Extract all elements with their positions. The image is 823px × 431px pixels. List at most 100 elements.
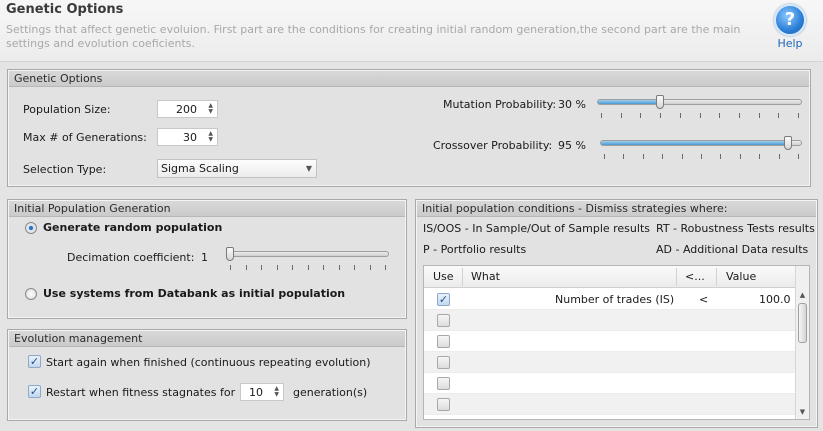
- start-again-label[interactable]: Start again when finished (continuous re…: [46, 356, 371, 369]
- row-use-checkbox[interactable]: [437, 335, 450, 348]
- slider-tick: [759, 154, 761, 159]
- slider-tick: [623, 154, 625, 159]
- column-header-value[interactable]: Value: [726, 270, 756, 283]
- slider-tick: [323, 265, 324, 270]
- population-size-label: Population Size:: [23, 103, 111, 116]
- mutation-probability-label: Mutation Probability:: [443, 98, 557, 111]
- start-again-checkbox[interactable]: ✓: [28, 355, 41, 368]
- slider-tick: [699, 113, 701, 118]
- vertical-scrollbar[interactable]: ▲ ▼: [795, 266, 809, 419]
- table-row[interactable]: [424, 415, 796, 420]
- slider-tick: [276, 265, 278, 270]
- slider-tick: [245, 265, 247, 270]
- table-row[interactable]: [424, 331, 796, 352]
- decimation-label: Decimation coefficient:: [67, 251, 195, 264]
- crossover-probability-label: Crossover Probability:: [433, 139, 553, 152]
- row-use-checkbox[interactable]: [437, 314, 450, 327]
- spinner-arrows-icon[interactable]: ▲ ▼: [274, 386, 279, 398]
- max-generations-value: 30: [183, 131, 197, 144]
- slider-tick: [307, 265, 309, 270]
- slider-track: [600, 140, 802, 146]
- table-row[interactable]: ✓ Number of trades (IS) <100.0: [424, 289, 796, 310]
- row-use-checkbox[interactable]: [437, 398, 450, 411]
- help-button[interactable]: ? Help: [772, 4, 808, 50]
- max-generations-spinner[interactable]: 30 ▲ ▼: [157, 128, 218, 146]
- table-row[interactable]: [424, 394, 796, 415]
- table-header: Use What <... Value: [424, 266, 809, 288]
- legend-isoos: IS/OOS - In Sample/Out of Sample results: [423, 222, 650, 235]
- panel-title: Initial Population Generation: [9, 201, 405, 217]
- slider-tick: [660, 113, 662, 118]
- slider-tick: [720, 154, 722, 159]
- mutation-probability-slider[interactable]: [597, 95, 802, 120]
- help-label: Help: [777, 37, 803, 50]
- page-header: Genetic Options Settings that affect gen…: [0, 0, 823, 62]
- slider-tick: [640, 113, 642, 118]
- row-use-checkbox[interactable]: [437, 419, 450, 420]
- legend-ad: AD - Additional Data results: [656, 243, 809, 256]
- spinner-arrows-icon[interactable]: ▲ ▼: [208, 131, 213, 143]
- row-use-checkbox[interactable]: ✓: [437, 293, 450, 306]
- slider-tick: [679, 113, 681, 118]
- slider-tick: [385, 265, 386, 270]
- scroll-down-icon[interactable]: ▼: [796, 405, 809, 419]
- panel-title: Genetic Options: [9, 71, 809, 87]
- slider-thumb[interactable]: [226, 247, 234, 261]
- mutation-probability-value: 30 %: [558, 98, 586, 111]
- slider-tick: [604, 154, 605, 159]
- use-databank-label[interactable]: Use systems from Databank as initial pop…: [43, 287, 345, 300]
- slider-tick: [739, 154, 741, 159]
- stagnation-spinner[interactable]: 10 ▲ ▼: [240, 383, 284, 401]
- crossover-probability-value: 95 %: [558, 139, 586, 152]
- slider-tick: [620, 113, 622, 118]
- slider-tick: [292, 265, 293, 270]
- restart-label[interactable]: Restart when fitness stagnates for: [46, 386, 235, 399]
- page-title: Genetic Options: [6, 2, 124, 17]
- slider-tick: [338, 265, 340, 270]
- row-use-checkbox[interactable]: [437, 356, 450, 369]
- slider-tick: [738, 113, 740, 118]
- help-question-icon: ?: [774, 4, 806, 36]
- slider-track: [597, 99, 802, 105]
- population-size-value: 200: [176, 103, 197, 116]
- slider-thumb[interactable]: [784, 136, 793, 150]
- decimation-slider[interactable]: [226, 247, 389, 272]
- row-use-checkbox[interactable]: [437, 377, 450, 390]
- slider-tick: [719, 113, 721, 118]
- generate-random-label[interactable]: Generate random population: [43, 221, 222, 234]
- slider-tick: [798, 154, 799, 159]
- scrollbar-thumb[interactable]: [798, 303, 807, 343]
- legend-rt: RT - Robustness Tests results: [656, 222, 815, 235]
- scroll-up-icon[interactable]: ▲: [796, 288, 809, 302]
- table-row[interactable]: [424, 352, 796, 373]
- column-header-operator[interactable]: <...: [685, 270, 705, 283]
- table-row[interactable]: [424, 373, 796, 394]
- generations-label: generation(s): [293, 386, 368, 399]
- crossover-probability-slider[interactable]: [600, 136, 802, 161]
- column-divider: [462, 268, 463, 286]
- slider-tick: [681, 154, 683, 159]
- page-description: Settings that affect genetic evoluion. F…: [6, 23, 741, 50]
- slider-tick: [642, 154, 644, 159]
- slider-thumb[interactable]: [656, 95, 665, 109]
- column-header-what[interactable]: What: [471, 270, 500, 283]
- spinner-arrows-icon[interactable]: ▲ ▼: [208, 103, 213, 115]
- generate-random-radio[interactable]: [25, 222, 37, 234]
- table-row[interactable]: [424, 310, 796, 331]
- slider-ticks: [226, 265, 389, 270]
- use-databank-radio[interactable]: [25, 288, 37, 300]
- row-operator: <: [699, 293, 709, 306]
- initial-population-panel: Initial Population Generation Generate r…: [7, 199, 407, 319]
- stagnation-value: 10: [249, 386, 263, 399]
- population-size-spinner[interactable]: 200 ▲ ▼: [157, 100, 218, 118]
- column-divider: [716, 268, 717, 286]
- selection-type-value: Sigma Scaling: [161, 162, 239, 175]
- column-header-use[interactable]: Use: [433, 270, 454, 283]
- restart-checkbox[interactable]: ✓: [28, 385, 41, 398]
- slider-tick: [354, 265, 355, 270]
- slider-fill: [601, 141, 790, 145]
- selection-type-select[interactable]: Sigma Scaling ▼: [157, 159, 317, 178]
- slider-tick: [369, 265, 371, 270]
- decimation-value: 1: [201, 251, 208, 264]
- panel-title: Evolution management: [9, 331, 405, 347]
